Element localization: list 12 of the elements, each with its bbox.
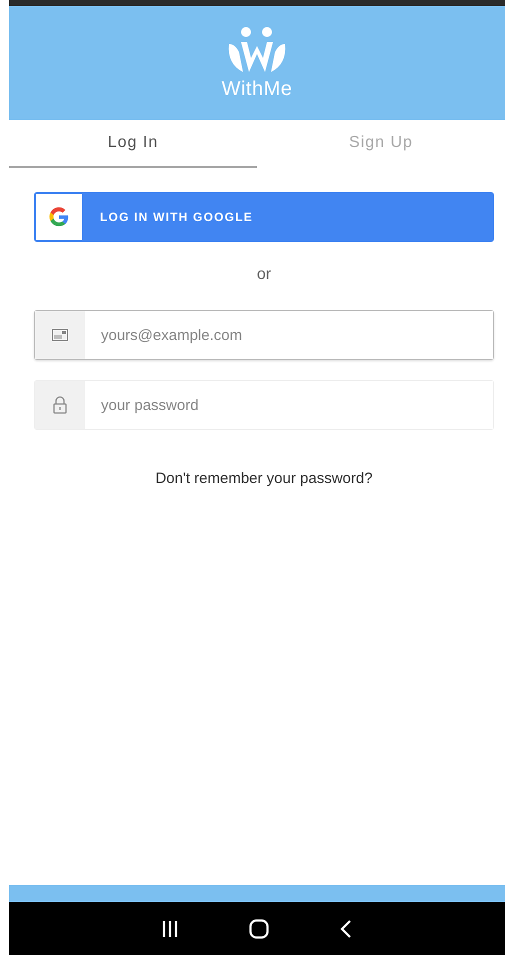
lock-icon [53,396,67,414]
card-icon [52,329,68,341]
back-icon[interactable] [339,918,353,938]
forgot-password-link[interactable]: Don't remember your password? [155,470,373,487]
recent-apps-icon[interactable] [161,920,179,938]
google-login-button[interactable]: LOG IN WITH GOOGLE [34,192,494,242]
email-field[interactable]: yours@example.com [34,310,494,360]
separator-text: or [256,266,272,284]
password-field[interactable]: your password [34,380,494,430]
google-icon [48,206,70,228]
home-icon[interactable] [249,918,269,938]
logo-text: WithMe [222,78,292,100]
